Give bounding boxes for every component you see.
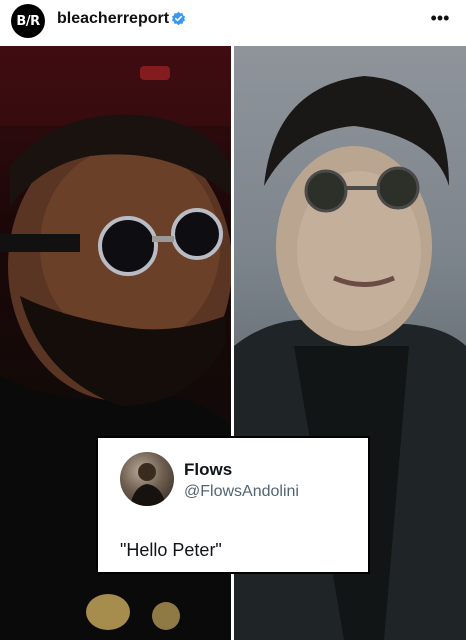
tweet-text: "Hello Peter" [120, 540, 222, 560]
tweet-author-handle[interactable]: @FlowsAndolini [184, 483, 299, 501]
tweet-card[interactable]: Flows @FlowsAndolini "Hello Peter" [96, 436, 370, 574]
account-avatar[interactable]: B/R [11, 4, 45, 38]
more-options-icon[interactable]: ••• [430, 9, 450, 27]
post-header: B/R bleacherreport ••• [0, 0, 466, 44]
verified-badge-icon [171, 11, 186, 26]
tweet-author-avatar[interactable] [120, 452, 174, 506]
tweet-author-name[interactable]: Flows [184, 460, 232, 480]
account-username[interactable]: bleacherreport [57, 10, 169, 28]
